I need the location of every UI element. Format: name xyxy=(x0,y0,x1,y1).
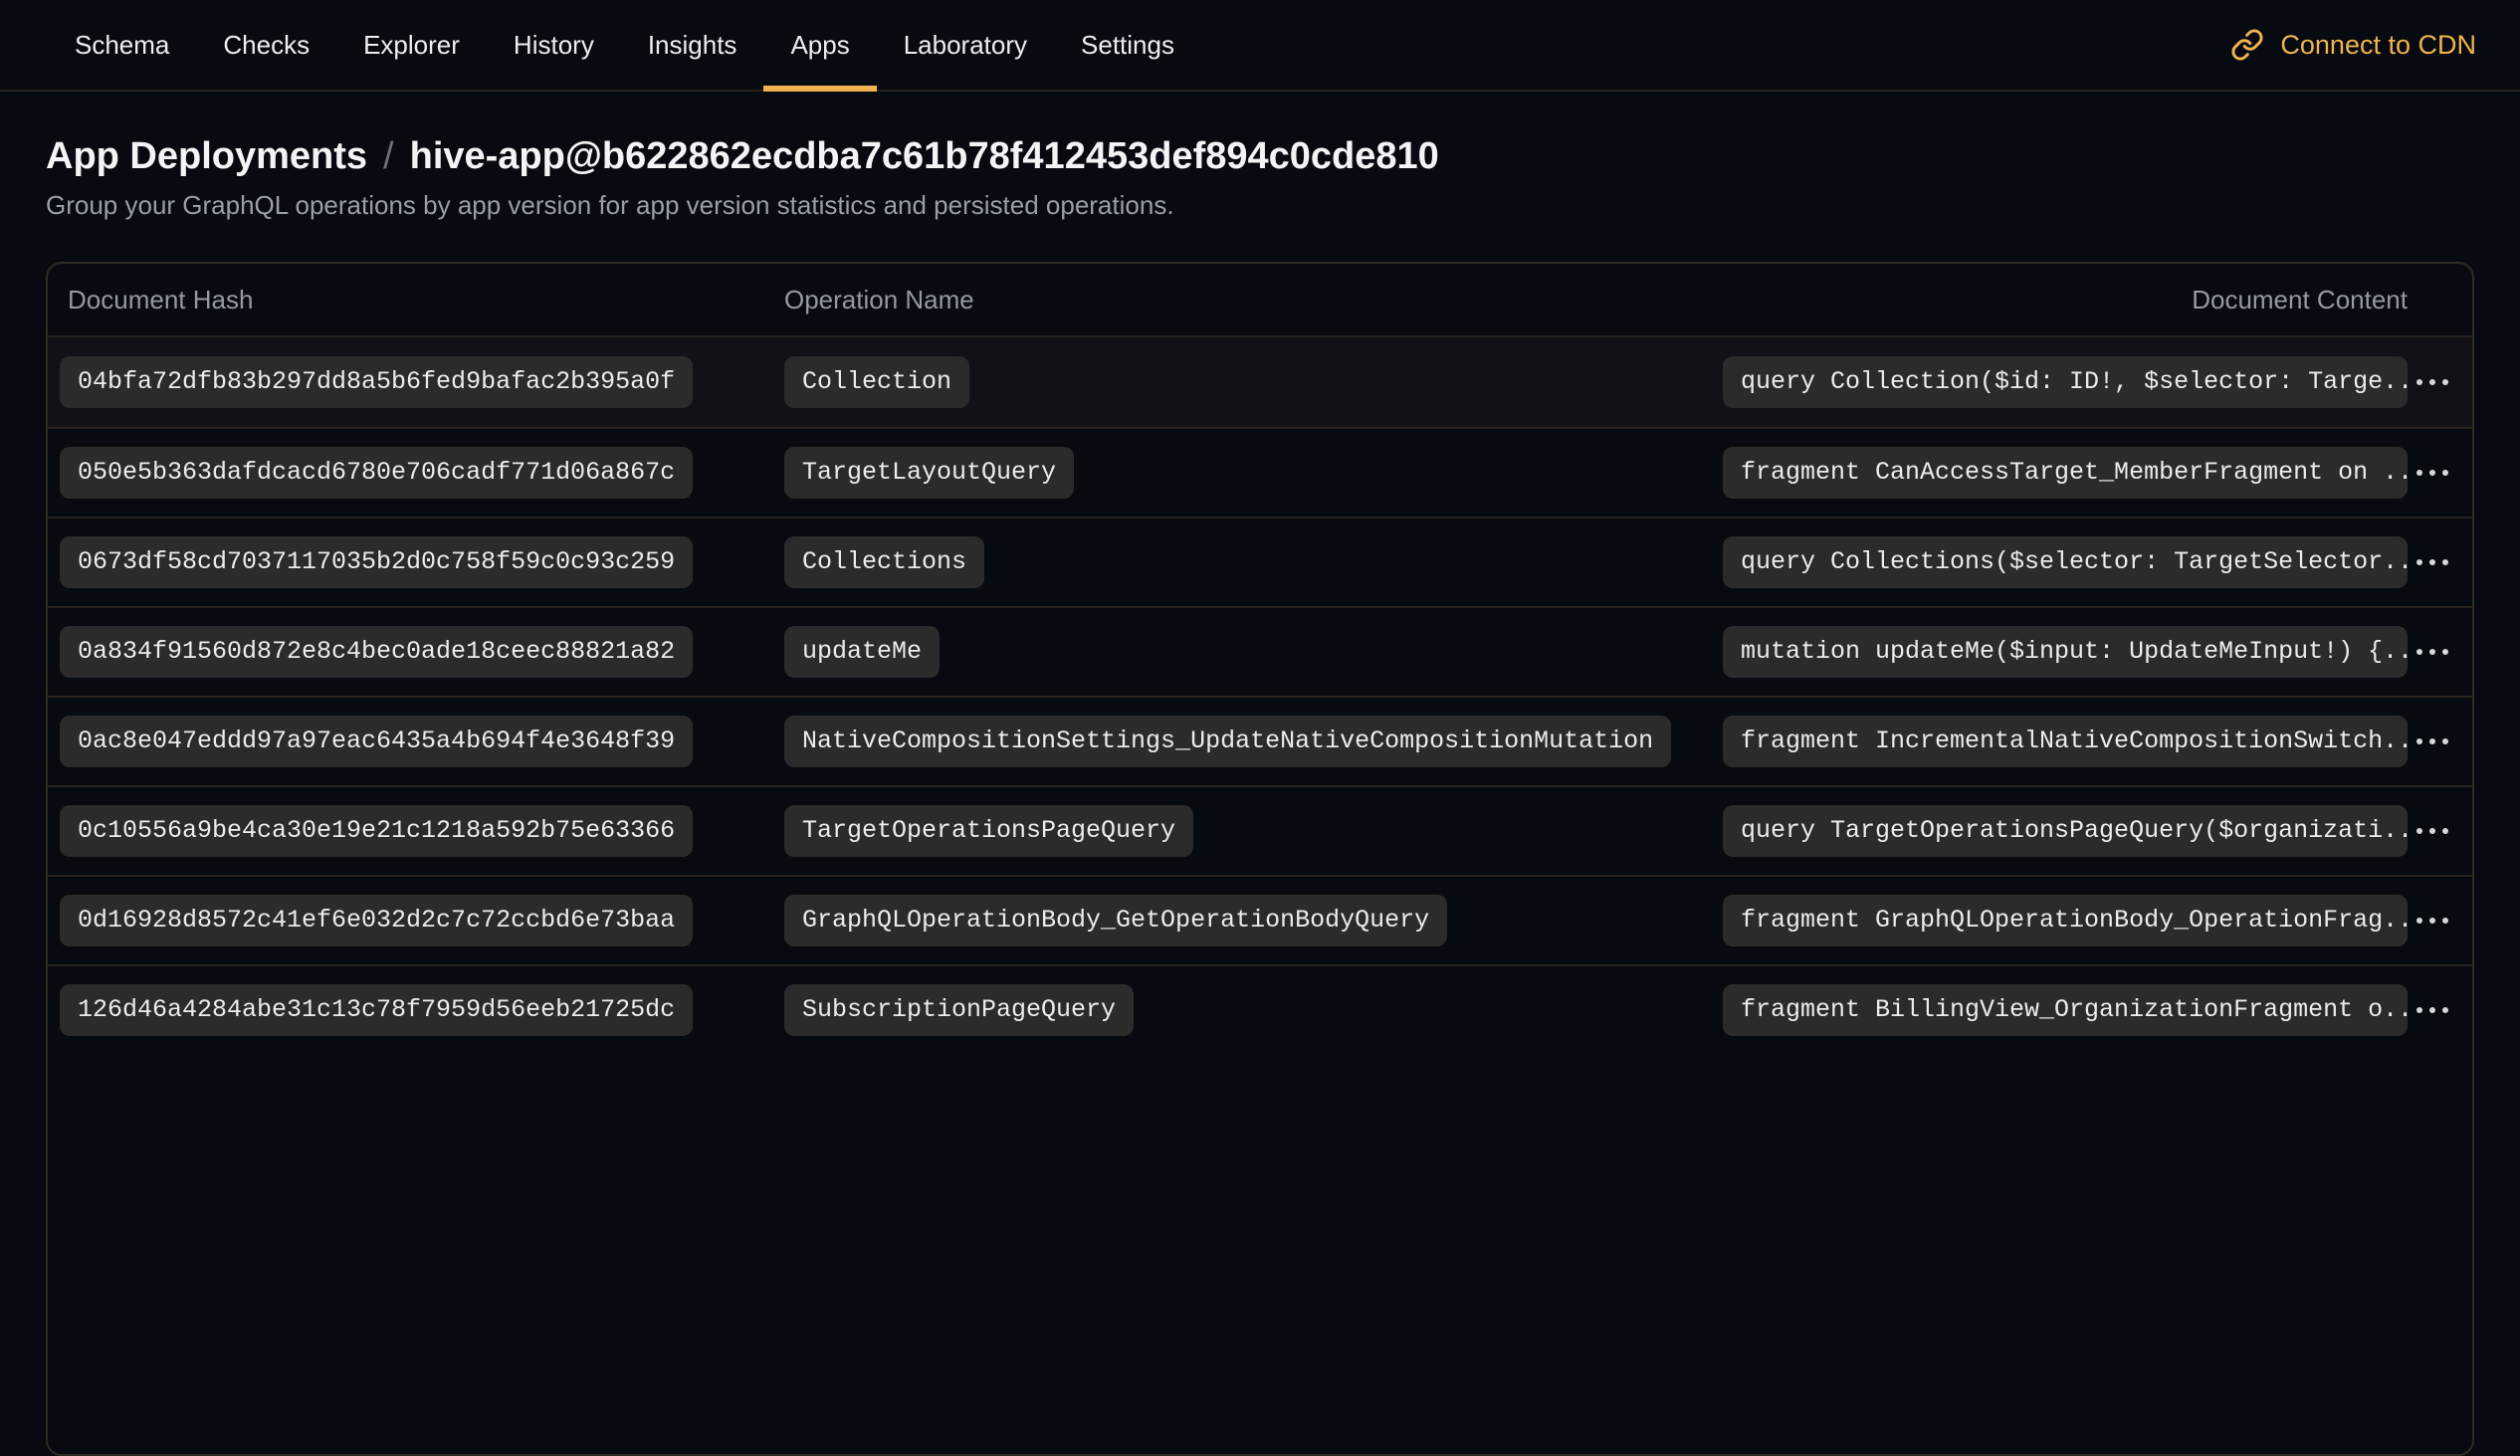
column-header-document-content: Document Content xyxy=(2192,285,2408,315)
page-head: App Deployments / hive-app@b622862ecdba7… xyxy=(46,135,2474,221)
table-row[interactable]: 04bfa72dfb83b297dd8a5b6fed9bafac2b395a0f… xyxy=(48,337,2472,427)
nav-tab-insights[interactable]: Insights xyxy=(621,0,764,90)
table-row[interactable]: 0d16928d8572c41ef6e032d2c7c72ccbd6e73baa… xyxy=(48,875,2472,964)
ellipsis-icon xyxy=(2429,738,2435,744)
document-content-pill: fragment IncrementalNativeCompositionSwi… xyxy=(1723,716,2408,767)
ellipsis-icon xyxy=(2416,470,2422,476)
document-content-pill: query Collection($id: ID!, $selector: Ta… xyxy=(1723,356,2408,408)
row-menu-button[interactable] xyxy=(2409,820,2456,842)
ellipsis-icon xyxy=(2429,559,2435,565)
nav-tab-laboratory[interactable]: Laboratory xyxy=(877,0,1054,90)
document-hash-pill: 126d46a4284abe31c13c78f7959d56eeb21725dc xyxy=(60,984,693,1036)
document-content-pill: query Collections($selector: TargetSelec… xyxy=(1723,536,2408,588)
ellipsis-icon xyxy=(2416,649,2422,655)
ellipsis-icon xyxy=(2416,379,2422,385)
ellipsis-icon xyxy=(2429,379,2435,385)
ellipsis-icon xyxy=(2429,918,2435,924)
document-hash-pill: 04bfa72dfb83b297dd8a5b6fed9bafac2b395a0f xyxy=(60,356,693,408)
app-deployments-table: Document Hash Operation Name Document Co… xyxy=(46,262,2474,1456)
main-content: App Deployments / hive-app@b622862ecdba7… xyxy=(0,135,2520,1456)
operation-name-pill: TargetLayoutQuery xyxy=(784,447,1074,499)
document-hash-pill: 050e5b363dafdcacd6780e706cadf771d06a867c xyxy=(60,447,693,499)
ellipsis-icon xyxy=(2416,918,2422,924)
breadcrumb-root: App Deployments xyxy=(46,135,367,178)
document-content-pill: fragment GraphQLOperationBody_OperationF… xyxy=(1723,895,2408,946)
primary-nav: SchemaChecksExplorerHistoryInsightsAppsL… xyxy=(48,0,1201,90)
breadcrumb-separator: / xyxy=(383,135,394,178)
operation-name-pill: Collection xyxy=(784,356,969,408)
operation-name-pill: TargetOperationsPageQuery xyxy=(784,805,1193,857)
row-menu-button[interactable] xyxy=(2409,999,2456,1021)
operation-name-pill: Collections xyxy=(784,536,984,588)
ellipsis-icon xyxy=(2442,559,2448,565)
document-hash-pill: 0a834f91560d872e8c4bec0ade18ceec88821a82 xyxy=(60,626,693,678)
table-row[interactable]: 0c10556a9be4ca30e19e21c1218a592b75e63366… xyxy=(48,785,2472,875)
table-body: 04bfa72dfb83b297dd8a5b6fed9bafac2b395a0f… xyxy=(48,337,2472,1054)
link-icon xyxy=(2230,28,2264,62)
operation-name-pill: NativeCompositionSettings_UpdateNativeCo… xyxy=(784,716,1671,767)
operation-name-pill: GraphQLOperationBody_GetOperationBodyQue… xyxy=(784,895,1447,946)
row-menu-button[interactable] xyxy=(2409,910,2456,932)
document-hash-pill: 0ac8e047eddd97a97eac6435a4b694f4e3648f39 xyxy=(60,716,693,767)
connect-to-cdn-button[interactable]: Connect to CDN xyxy=(2230,0,2476,90)
row-menu-button[interactable] xyxy=(2409,641,2456,663)
document-content-pill: fragment CanAccessTarget_MemberFragment … xyxy=(1723,447,2408,499)
document-content-pill: query TargetOperationsPageQuery($organiz… xyxy=(1723,805,2408,857)
nav-tab-explorer[interactable]: Explorer xyxy=(336,0,487,90)
table-row[interactable]: 050e5b363dafdcacd6780e706cadf771d06a867c… xyxy=(48,427,2472,517)
ellipsis-icon xyxy=(2416,1007,2422,1013)
nav-tab-settings[interactable]: Settings xyxy=(1054,0,1201,90)
ellipsis-icon xyxy=(2442,379,2448,385)
ellipsis-icon xyxy=(2416,738,2422,744)
row-menu-button[interactable] xyxy=(2409,730,2456,752)
table-row[interactable]: 0ac8e047eddd97a97eac6435a4b694f4e3648f39… xyxy=(48,696,2472,785)
document-content-pill: fragment BillingView_OrganizationFragmen… xyxy=(1723,984,2408,1036)
ellipsis-icon xyxy=(2442,828,2448,834)
column-header-operation-name: Operation Name xyxy=(784,285,1723,315)
row-menu-button[interactable] xyxy=(2409,371,2456,393)
ellipsis-icon xyxy=(2416,828,2422,834)
connect-to-cdn-label: Connect to CDN xyxy=(2280,30,2476,61)
ellipsis-icon xyxy=(2429,649,2435,655)
operation-name-pill: updateMe xyxy=(784,626,940,678)
ellipsis-icon xyxy=(2442,649,2448,655)
breadcrumb: App Deployments / hive-app@b622862ecdba7… xyxy=(46,135,2474,178)
ellipsis-icon xyxy=(2442,470,2448,476)
document-hash-pill: 0d16928d8572c41ef6e032d2c7c72ccbd6e73baa xyxy=(60,895,693,946)
column-header-document-hash: Document Hash xyxy=(48,285,784,315)
nav-tab-checks[interactable]: Checks xyxy=(196,0,336,90)
page-subtitle: Group your GraphQL operations by app ver… xyxy=(46,190,2474,221)
row-menu-button[interactable] xyxy=(2409,462,2456,484)
ellipsis-icon xyxy=(2442,918,2448,924)
table-row[interactable]: 126d46a4284abe31c13c78f7959d56eeb21725dc… xyxy=(48,964,2472,1054)
ellipsis-icon xyxy=(2429,1007,2435,1013)
table-header-row: Document Hash Operation Name Document Co… xyxy=(48,264,2472,337)
document-hash-pill: 0673df58cd7037117035b2d0c758f59c0c93c259 xyxy=(60,536,693,588)
ellipsis-icon xyxy=(2429,470,2435,476)
nav-tab-apps[interactable]: Apps xyxy=(763,0,876,90)
nav-tab-schema[interactable]: Schema xyxy=(48,0,196,90)
operation-name-pill: SubscriptionPageQuery xyxy=(784,984,1134,1036)
breadcrumb-current-app: hive-app@b622862ecdba7c61b78f412453def89… xyxy=(410,135,1439,178)
document-content-pill: mutation updateMe($input: UpdateMeInput!… xyxy=(1723,626,2408,678)
ellipsis-icon xyxy=(2416,559,2422,565)
top-bar: SchemaChecksExplorerHistoryInsightsAppsL… xyxy=(0,0,2520,92)
ellipsis-icon xyxy=(2429,828,2435,834)
ellipsis-icon xyxy=(2442,1007,2448,1013)
document-hash-pill: 0c10556a9be4ca30e19e21c1218a592b75e63366 xyxy=(60,805,693,857)
table-row[interactable]: 0673df58cd7037117035b2d0c758f59c0c93c259… xyxy=(48,517,2472,606)
row-menu-button[interactable] xyxy=(2409,551,2456,573)
table-row[interactable]: 0a834f91560d872e8c4bec0ade18ceec88821a82… xyxy=(48,606,2472,696)
ellipsis-icon xyxy=(2442,738,2448,744)
nav-tab-history[interactable]: History xyxy=(487,0,621,90)
